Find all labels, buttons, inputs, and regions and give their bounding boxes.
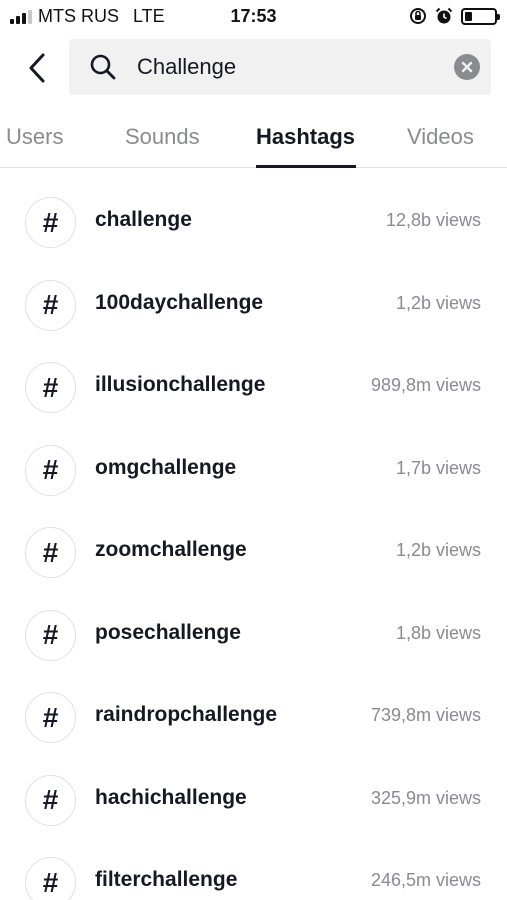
clear-search-button[interactable] — [454, 54, 480, 80]
hashtag-results-list: # challenge 12,8b views # 100daychalleng… — [0, 180, 507, 900]
list-item[interactable]: # raindropchallenge 739,8m views — [0, 675, 507, 758]
hashtag-name: filterchallenge — [95, 868, 238, 891]
hashtag-name: raindropchallenge — [95, 703, 278, 726]
status-left: MTS RUS LTE — [10, 6, 165, 27]
hashtag-name: 100daychallenge — [95, 290, 264, 314]
list-item[interactable]: # zoomchallenge 1,2b views — [0, 510, 507, 593]
search-tabs: Users Sounds Hashtags Videos — [0, 112, 507, 168]
clear-circle-icon — [461, 61, 473, 73]
carrier-name: MTS RUS — [38, 6, 119, 26]
hashtag-views: 325,9m views — [370, 787, 481, 808]
hashtag-icon: # — [25, 774, 76, 826]
chevron-left-icon — [29, 53, 45, 83]
list-item[interactable]: # omgchallenge 1,7b views — [0, 428, 507, 511]
search-bar[interactable] — [69, 39, 491, 95]
list-item[interactable]: # 100daychallenge 1,2b views — [0, 263, 507, 346]
hashtag-views: 246,5m views — [370, 870, 481, 890]
hashtag-name: zoomchallenge — [95, 538, 247, 561]
hashtag-icon: # — [25, 362, 76, 413]
signal-strength-icon — [10, 9, 32, 24]
hashtag-views: 1,2b views — [395, 540, 481, 560]
list-item[interactable]: # challenge 12,8b views — [0, 180, 507, 263]
search-icon — [90, 54, 116, 80]
active-tab-indicator — [256, 165, 356, 168]
network-type: LTE — [133, 6, 165, 26]
hashtag-icon: # — [25, 692, 76, 743]
tab-hashtags[interactable]: Hashtags — [256, 124, 355, 150]
hashtag-icon: # — [25, 857, 76, 900]
alarm-icon — [435, 7, 453, 24]
hashtag-icon: # — [25, 527, 76, 578]
hashtag-icon: # — [25, 609, 76, 661]
battery-icon — [461, 7, 500, 25]
back-button[interactable] — [20, 48, 54, 88]
hashtag-views: 1,8b views — [395, 622, 481, 643]
status-bar: MTS RUS LTE 17:53 — [0, 0, 507, 34]
hashtag-icon: # — [25, 444, 76, 496]
list-item[interactable]: # posechallenge 1,8b views — [0, 593, 507, 676]
rotation-lock-icon — [410, 8, 426, 24]
hashtag-views: 1,7b views — [395, 457, 481, 478]
list-item[interactable]: # illusionchallenge 989,8m views — [0, 345, 507, 428]
hashtag-views: 739,8m views — [370, 705, 481, 725]
hashtag-icon: # — [25, 279, 76, 331]
list-item[interactable]: # hachichallenge 325,9m views — [0, 758, 507, 841]
list-item[interactable]: # filterchallenge 246,5m views — [0, 840, 507, 900]
hashtag-name: challenge — [95, 208, 192, 231]
tab-users[interactable]: Users — [6, 124, 63, 150]
hashtag-views: 12,8b views — [385, 210, 481, 230]
hashtag-views: 1,2b views — [395, 292, 481, 313]
hashtag-name: posechallenge — [95, 620, 241, 644]
tab-sounds[interactable]: Sounds — [125, 124, 200, 150]
hashtag-name: omgchallenge — [95, 455, 237, 479]
hashtag-icon: # — [25, 197, 76, 248]
tab-videos[interactable]: Videos — [407, 124, 474, 150]
hashtag-name: illusionchallenge — [95, 373, 266, 396]
status-right — [409, 7, 500, 25]
search-input[interactable] — [137, 49, 437, 85]
hashtag-name: hachichallenge — [95, 785, 247, 809]
hashtag-views: 989,8m views — [370, 375, 481, 395]
